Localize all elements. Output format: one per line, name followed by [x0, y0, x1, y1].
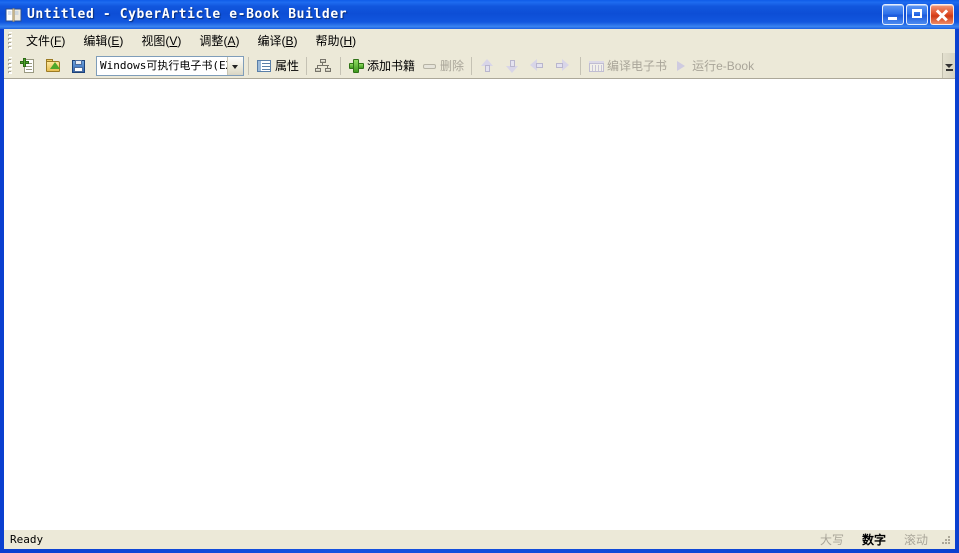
toolbar-separator: [340, 56, 342, 75]
new-document-button[interactable]: [17, 55, 42, 77]
status-scroll-indicator: 滚动: [903, 532, 928, 547]
move-right-button: [551, 55, 576, 77]
run-ebook-label: 运行e-Book: [692, 58, 755, 73]
add-book-label: 添加书籍: [367, 58, 416, 73]
compile-ebook-button: 编译电子书: [585, 55, 670, 77]
menu-compile-text: 编译: [257, 33, 282, 48]
toolbar-separator: [471, 56, 473, 75]
maximize-button[interactable]: [906, 4, 928, 25]
menu-file-text: 文件: [26, 33, 51, 48]
move-up-button: [476, 55, 501, 77]
plus-icon: [348, 58, 365, 74]
menu-item-file[interactable]: 文件(F): [17, 32, 74, 51]
menu-file-accel: F: [54, 33, 62, 48]
properties-button[interactable]: 属性: [253, 55, 302, 77]
window-client-area: 文件(F) 编辑(E) 视图(V) 调整(A) 编译(B) 帮助(H) Wind…: [4, 29, 955, 549]
menu-edit-accel: E: [111, 33, 120, 48]
menu-item-view[interactable]: 视图(V): [132, 32, 190, 51]
toolbar-separator: [306, 56, 308, 75]
menu-compile-accel: B: [285, 33, 294, 48]
close-button[interactable]: [930, 4, 954, 25]
toolbar-overflow-button[interactable]: [942, 53, 955, 78]
delete-label: 删除: [440, 58, 465, 73]
status-caps-indicator: 大写: [819, 532, 844, 547]
document-work-area[interactable]: [4, 79, 955, 529]
toolbar-separator: [580, 56, 582, 75]
open-file-button[interactable]: [42, 55, 67, 77]
play-icon: [673, 58, 690, 74]
properties-icon: [256, 58, 273, 74]
title-bar[interactable]: Untitled - CyberArticle e-Book Builder: [0, 0, 959, 29]
window-title: Untitled - CyberArticle e-Book Builder: [27, 6, 348, 22]
menu-edit-text: 编辑: [83, 33, 108, 48]
hierarchy-button[interactable]: [311, 55, 336, 77]
move-left-button: [526, 55, 551, 77]
minus-icon: [421, 58, 438, 74]
menu-adjust-accel: A: [227, 33, 236, 48]
add-book-button[interactable]: 添加书籍: [345, 55, 418, 77]
menu-item-edit[interactable]: 编辑(E): [74, 32, 132, 51]
toolbar-drag-gripper[interactable]: [7, 56, 14, 75]
menu-drag-gripper[interactable]: [7, 32, 14, 50]
delete-button: 删除: [418, 55, 467, 77]
save-disk-icon: [70, 58, 87, 74]
chevron-down-icon[interactable]: [227, 56, 243, 75]
save-file-button[interactable]: [67, 55, 92, 77]
minimize-button[interactable]: [882, 4, 904, 25]
menu-item-adjust[interactable]: 调整(A): [190, 32, 248, 51]
menu-bar: 文件(F) 编辑(E) 视图(V) 调整(A) 编译(B) 帮助(H): [4, 29, 955, 53]
tool-bar: Windows可执行电子书(EX 属性 添加书籍 删除 编译电子书 运行e-Bo…: [4, 53, 955, 79]
hierarchy-icon: [314, 58, 332, 74]
overflow-bar: [946, 69, 953, 71]
menu-item-compile[interactable]: 编译(B): [248, 32, 306, 51]
menu-adjust-text: 调整: [199, 33, 224, 48]
menu-help-text: 帮助: [315, 33, 340, 48]
menu-help-accel: H: [343, 33, 353, 48]
menu-view-text: 视图: [141, 33, 166, 48]
run-ebook-button: 运行e-Book: [670, 55, 757, 77]
arrow-right-icon: [554, 58, 571, 74]
properties-label: 属性: [275, 58, 300, 73]
status-num-indicator: 数字: [861, 532, 886, 547]
chevron-down-icon: [945, 63, 953, 68]
arrow-left-icon: [529, 58, 546, 74]
menu-item-help[interactable]: 帮助(H): [306, 32, 365, 51]
toolbar-separator: [248, 56, 249, 75]
book-icon: [5, 7, 22, 23]
resize-gripper[interactable]: [939, 533, 953, 547]
status-bar: Ready 大写 数字 滚动: [4, 529, 955, 549]
compile-ebook-label: 编译电子书: [607, 58, 668, 73]
new-document-icon: [20, 57, 37, 74]
output-format-combo[interactable]: Windows可执行电子书(EX: [96, 55, 244, 76]
move-down-button: [501, 55, 526, 77]
output-format-value[interactable]: Windows可执行电子书(EX: [97, 60, 227, 71]
application-window: Untitled - CyberArticle e-Book Builder 文…: [0, 0, 959, 553]
open-folder-icon: [45, 58, 62, 74]
menu-view-accel: V: [169, 33, 178, 48]
caption-buttons: [882, 4, 957, 25]
arrow-up-icon: [479, 58, 496, 74]
status-message: Ready: [10, 533, 44, 546]
arrow-down-icon: [504, 58, 521, 74]
compile-icon: [588, 58, 605, 74]
